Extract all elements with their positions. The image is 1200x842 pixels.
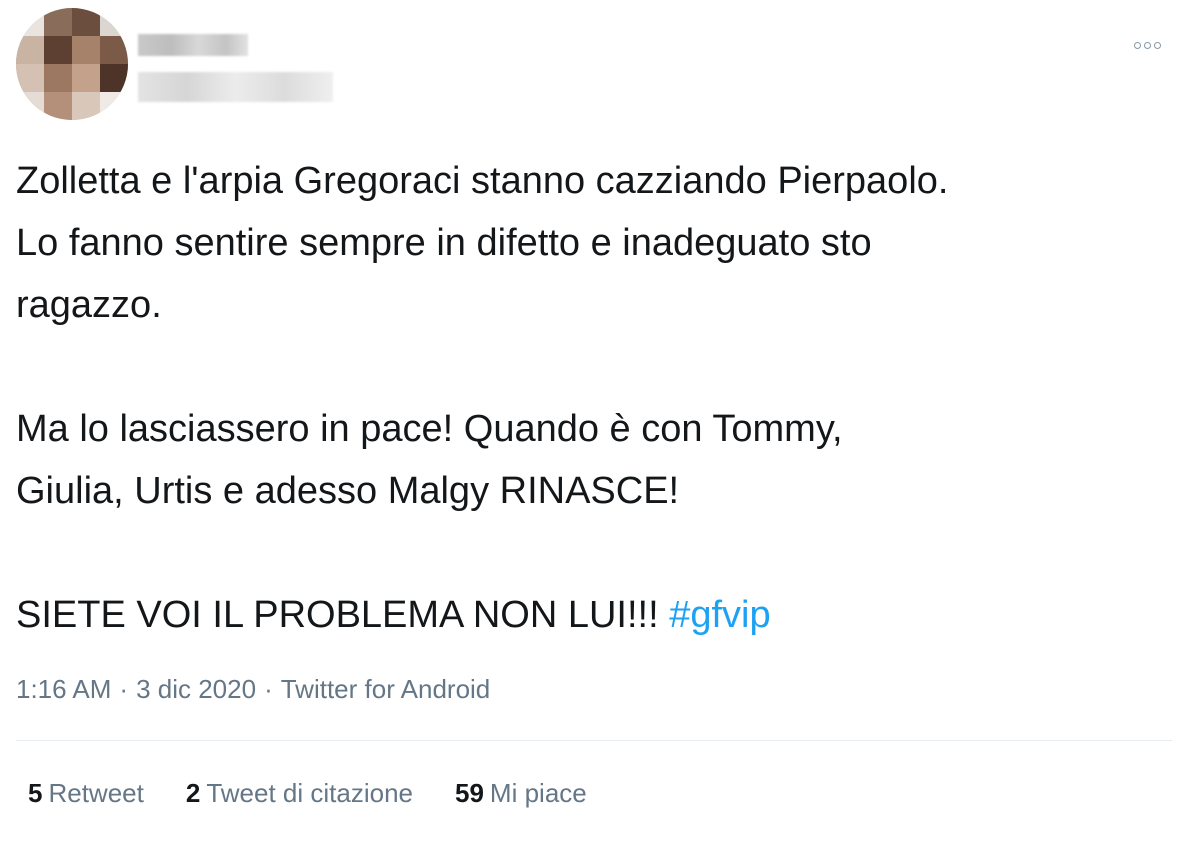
- tweet-line: ragazzo.: [16, 284, 162, 326]
- tweet-line: Zolletta e l'arpia Gregoraci stanno cazz…: [16, 160, 949, 202]
- tweet-text: Zolletta e l'arpia Gregoraci stanno cazz…: [16, 150, 1186, 646]
- separator: ·: [264, 674, 273, 704]
- dot-icon: [1134, 41, 1141, 49]
- dot-icon: [1154, 41, 1161, 49]
- quote-count: 2: [185, 778, 201, 808]
- tweet-line-last: SIETE VOI IL PROBLEMA NON LUI!!! #gfvip: [16, 584, 1186, 646]
- author-handle-redacted[interactable]: [138, 72, 333, 102]
- tweet-date[interactable]: 3 dic 2020: [136, 674, 256, 704]
- like-count-link[interactable]: 59 Mi piace: [455, 776, 587, 810]
- retweet-count: 5: [28, 778, 43, 808]
- separator: ·: [119, 674, 129, 704]
- author-name-redacted[interactable]: [138, 34, 248, 56]
- more-options-icon[interactable]: [1134, 38, 1170, 52]
- dot-icon: [1144, 41, 1151, 49]
- tweet-line: Giulia, Urtis e adesso Malgy RINASCE!: [16, 470, 680, 512]
- retweet-label: Retweet: [48, 778, 144, 808]
- quote-count-link[interactable]: 2 Tweet di citazione: [186, 776, 413, 810]
- quote-label: Tweet di citazione: [206, 778, 413, 808]
- tweet-line: Lo fanno sentire sempre in difetto e ina…: [16, 222, 872, 264]
- avatar[interactable]: [16, 8, 128, 120]
- retweet-count-link[interactable]: 5 Retweet: [28, 776, 144, 810]
- tweet-line: Ma lo lasciassero in pace! Quando è con …: [16, 408, 843, 450]
- hashtag-link[interactable]: #gfvip: [669, 594, 770, 636]
- tweet-meta: 1:16 AM · 3 dic 2020 · Twitter for Android: [16, 672, 490, 706]
- tweet-line-text: SIETE VOI IL PROBLEMA NON LUI!!!: [16, 594, 670, 636]
- tweet-source[interactable]: Twitter for Android: [281, 674, 491, 704]
- like-count: 59: [455, 778, 484, 808]
- like-label: Mi piace: [489, 778, 587, 808]
- divider: [16, 740, 1172, 741]
- tweet-time[interactable]: 1:16 AM: [16, 674, 111, 704]
- tweet-card: Zolletta e l'arpia Gregoraci stanno cazz…: [0, 0, 1200, 842]
- tweet-stats: 5 Retweet 2 Tweet di citazione 59 Mi piace: [28, 776, 629, 810]
